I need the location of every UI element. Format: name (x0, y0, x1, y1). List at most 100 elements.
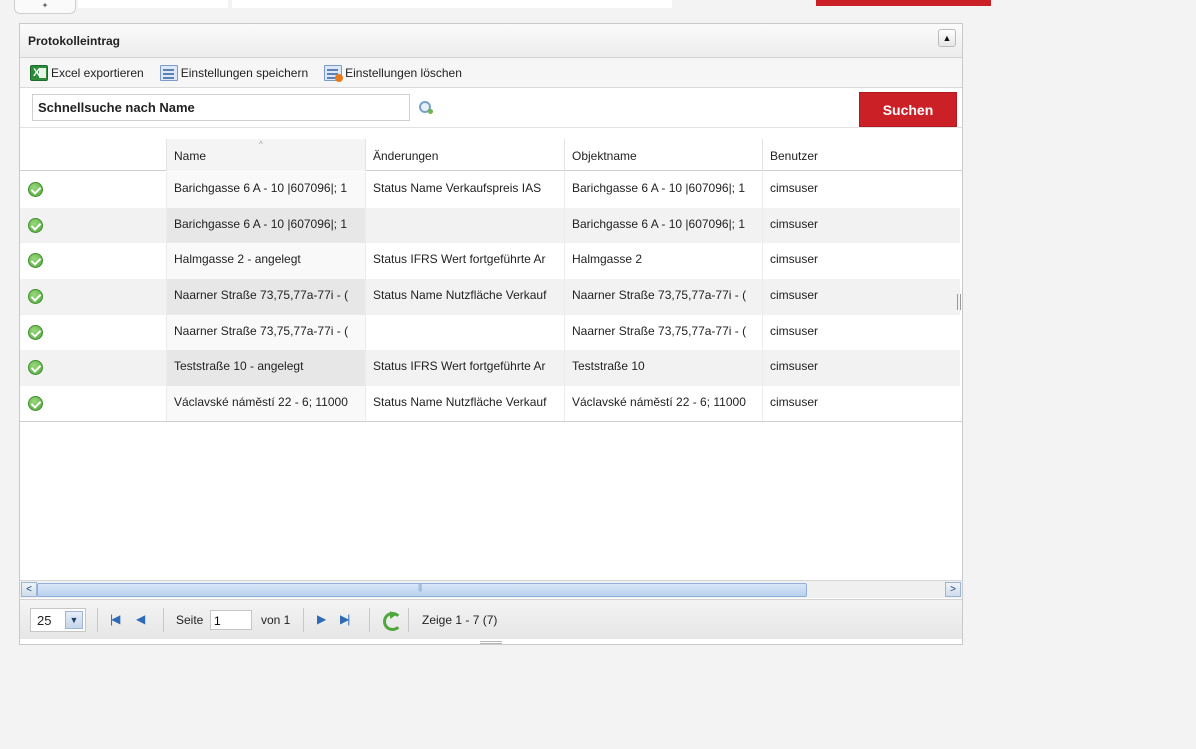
protocol-panel: Protokolleintrag ▲ Excel exportieren Ein… (19, 23, 963, 645)
grid-divider (20, 421, 962, 422)
delete-settings-icon (324, 64, 344, 82)
page-size-select[interactable]: 25 ▼ (30, 608, 86, 632)
resize-handle[interactable] (480, 641, 502, 644)
top-bar: ✦ (0, 0, 1196, 14)
pager-separator (408, 608, 409, 632)
table-row[interactable]: Václavské náměstí 22 - 6; 11000 Status Na… (20, 386, 960, 422)
top-bar-active-indicator (816, 0, 991, 6)
search-row: Suchen (20, 88, 962, 128)
check-circle-icon (28, 289, 43, 305)
check-circle-icon (28, 360, 43, 376)
page-size-value: 25 (37, 613, 52, 628)
top-bar-segment (232, 0, 672, 8)
table-row[interactable]: Teststraße 10 - angelegt Status IFRS Wert… (20, 350, 960, 387)
cell-changes: Status Name Nutzfläche Verkauf (365, 386, 564, 422)
cell-name: Barichgasse 6 A - 10 |607096|; 1 (166, 207, 365, 244)
cell-name: Naarner Straße 73,75,77a-77i - ( (166, 279, 365, 315)
cell-object: Václavské náměstí 22 - 6; 11000 (564, 386, 762, 422)
scroll-right-arrow[interactable]: > (945, 582, 961, 597)
search-icon[interactable] (418, 100, 434, 116)
cell-name: Václavské náměstí 22 - 6; 11000 (166, 386, 365, 422)
cell-name: Naarner Straße 73,75,77a-77i - ( (166, 314, 365, 351)
save-settings-button[interactable]: Einstellungen speichern (159, 64, 309, 81)
grid-header: ^ Name Änderungen Objektname Benutzer (20, 139, 962, 171)
cell-changes (365, 314, 564, 351)
cell-user: cimsuser (762, 314, 960, 351)
excel-icon (30, 64, 48, 81)
column-header-status[interactable] (20, 139, 166, 171)
top-tab-home[interactable]: ✦ (14, 0, 76, 14)
cell-user: cimsuser (762, 279, 960, 315)
cell-changes: Status IFRS Wert fortgeführte Ar (365, 350, 564, 387)
table-row[interactable]: Barichgasse 6 A - 10 |607096|; 1 Barichga… (20, 207, 960, 244)
horizontal-scrollbar[interactable]: < > (20, 580, 962, 598)
table-row[interactable]: Barichgasse 6 A - 10 |607096|; 1 Status N… (20, 172, 960, 208)
page-count-label: von 1 (261, 613, 291, 627)
cell-changes: Status Name Verkaufspreis IAS (365, 172, 564, 208)
table-row[interactable]: Naarner Straße 73,75,77a-77i - ( Naarner … (20, 314, 960, 351)
cell-user: cimsuser (762, 243, 960, 280)
cell-changes: Status Name Nutzfläche Verkauf (365, 279, 564, 315)
cell-object: Teststraße 10 (564, 350, 762, 387)
cell-object: Barichgasse 6 A - 10 |607096|; 1 (564, 172, 762, 208)
grid-body: Barichgasse 6 A - 10 |607096|; 1 Status N… (20, 172, 960, 422)
check-circle-icon (28, 324, 43, 340)
pager-separator (163, 608, 164, 632)
chevron-down-icon[interactable]: ▼ (65, 611, 83, 629)
cell-user: cimsuser (762, 172, 960, 208)
pager-separator (303, 608, 304, 632)
collapse-button[interactable]: ▲ (938, 29, 956, 47)
cell-changes (365, 207, 564, 244)
search-button[interactable]: Suchen (859, 92, 957, 127)
first-page-icon[interactable]: |◀ (110, 612, 120, 626)
paging-summary: Zeige 1 - 7 (7) (422, 613, 498, 627)
cell-name: Barichgasse 6 A - 10 |607096|; 1 (166, 172, 365, 208)
column-header-name[interactable]: ^ Name (166, 139, 365, 171)
check-circle-icon (28, 217, 43, 233)
pager-separator (369, 608, 370, 632)
excel-export-label: Excel exportieren (51, 65, 144, 80)
cell-object: Naarner Straße 73,75,77a-77i - ( (564, 279, 762, 315)
cell-name: Halmgasse 2 - angelegt (166, 243, 365, 280)
cell-status (20, 243, 166, 279)
page-label: Seite (176, 613, 204, 627)
delete-settings-label: Einstellungen löschen (345, 65, 462, 80)
table-row[interactable]: Naarner Straße 73,75,77a-77i - (Status N… (20, 279, 960, 315)
column-header-object[interactable]: Objektname (564, 139, 762, 171)
cell-user: cimsuser (762, 386, 960, 422)
page-number-input[interactable] (210, 610, 252, 630)
cell-object: Halmgasse 2 (564, 243, 762, 280)
cell-object: Barichgasse 6 A - 10 |607096|; 1 (564, 207, 762, 244)
last-page-icon[interactable]: ▶| (340, 612, 350, 626)
refresh-icon[interactable] (382, 610, 402, 631)
column-header-name-label: Name (174, 149, 207, 163)
delete-settings-button[interactable]: Einstellungen löschen (324, 64, 462, 82)
pagination-toolbar: 25 ▼ |◀ ◀ Seite von 1 ▶ ▶| Zeige 1 - 7 (… (20, 599, 962, 639)
next-page-icon[interactable]: ▶ (317, 612, 326, 626)
column-resize-handle[interactable] (957, 294, 961, 310)
save-settings-label: Einstellungen speichern (180, 65, 309, 80)
cell-object: Naarner Straße 73,75,77a-77i - ( (564, 314, 762, 351)
cell-status (20, 315, 166, 351)
save-settings-icon (159, 64, 178, 81)
cell-status (20, 350, 166, 386)
column-header-changes[interactable]: Änderungen (365, 139, 564, 171)
check-circle-icon (28, 253, 43, 269)
check-circle-icon (28, 396, 43, 412)
cell-changes: Status IFRS Wert fortgeführte Ar (365, 243, 564, 280)
cell-user: cimsuser (762, 207, 960, 244)
check-circle-icon (28, 182, 43, 197)
table-row[interactable]: Halmgasse 2 - angelegt Status IFRS Wert f… (20, 243, 960, 280)
quick-search-input[interactable] (32, 94, 410, 121)
prev-page-icon[interactable]: ◀ (136, 612, 145, 626)
cell-status (20, 172, 166, 208)
column-header-user[interactable]: Benutzer (762, 139, 962, 171)
scroll-left-arrow[interactable]: < (21, 582, 37, 597)
panel-header: Protokolleintrag ▲ (20, 24, 962, 58)
excel-export-button[interactable]: Excel exportieren (30, 64, 144, 81)
scrollbar-thumb[interactable] (37, 583, 807, 597)
pager-separator (97, 608, 98, 632)
top-bar-segment (78, 0, 228, 8)
panel-title: Protokolleintrag (28, 34, 121, 48)
cell-name: Teststraße 10 - angelegt (166, 350, 365, 387)
